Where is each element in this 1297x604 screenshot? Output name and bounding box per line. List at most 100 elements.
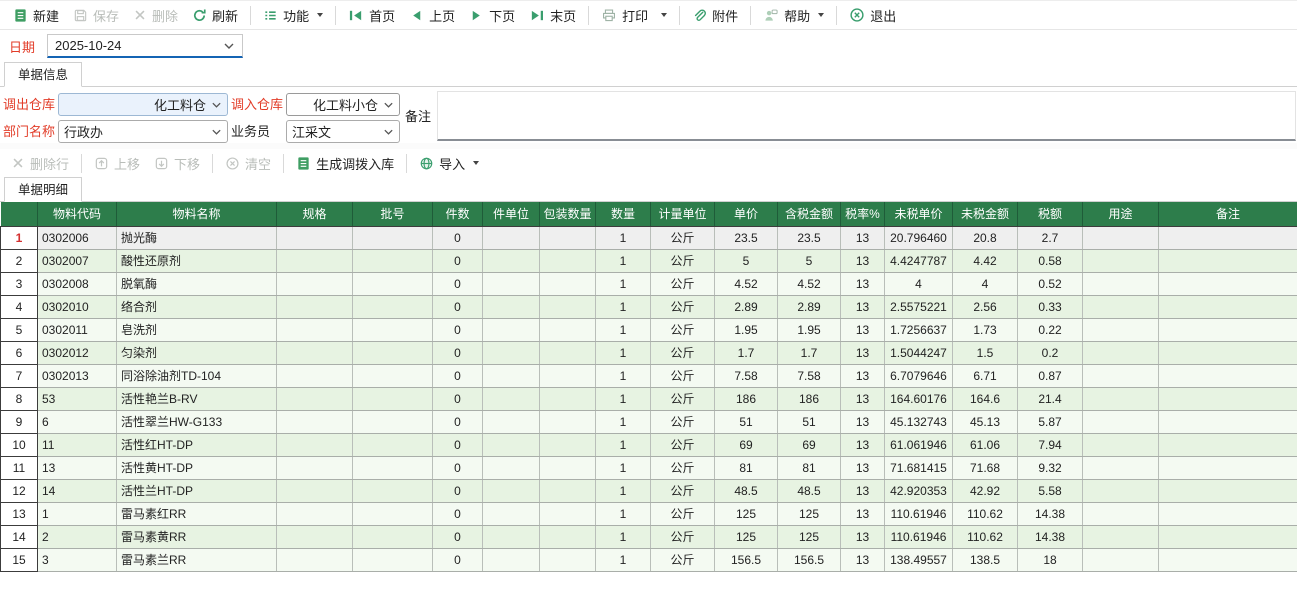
grid-cell[interactable]: 2.5575221 (885, 295, 953, 318)
grid-cell[interactable]: 13 (38, 456, 117, 479)
grid-cell[interactable]: 13 (841, 249, 885, 272)
grid-cell[interactable]: 20.796460 (885, 226, 953, 249)
grid-cell[interactable]: 公斤 (651, 410, 715, 433)
grid-cell[interactable]: 活性红HT-DP (117, 433, 277, 456)
grid-cell[interactable] (483, 548, 540, 571)
grid-cell[interactable]: 0 (433, 318, 483, 341)
grid-cell[interactable] (353, 548, 433, 571)
grid-cell[interactable]: 0 (433, 502, 483, 525)
grid-cell[interactable] (540, 249, 596, 272)
tab-document-info[interactable]: 单据信息 (4, 62, 82, 87)
grid-cell[interactable]: 110.61946 (885, 525, 953, 548)
grid-cell[interactable] (1083, 479, 1159, 502)
grid-cell[interactable] (277, 548, 353, 571)
grid-cell[interactable] (353, 226, 433, 249)
grid-cell[interactable]: 21.4 (1018, 387, 1083, 410)
row-number-cell[interactable]: 2 (1, 249, 38, 272)
grid-cell[interactable]: 13 (841, 410, 885, 433)
grid-cell[interactable]: 6.71 (953, 364, 1018, 387)
grid-cell[interactable] (1083, 433, 1159, 456)
grid-cell[interactable]: 110.62 (953, 525, 1018, 548)
grid-cell[interactable] (1159, 226, 1297, 249)
grid-cell[interactable] (1083, 272, 1159, 295)
grid-cell[interactable]: 0 (433, 249, 483, 272)
grid-cell[interactable] (1159, 433, 1297, 456)
first-page-button[interactable]: 首页 (341, 3, 402, 28)
grid-cell[interactable]: 156.5 (778, 548, 841, 571)
grid-cell[interactable]: 13 (841, 341, 885, 364)
grid-cell[interactable]: 同浴除油剂TD-104 (117, 364, 277, 387)
out-warehouse-select[interactable]: 化工料仓 (58, 93, 228, 116)
grid-cell[interactable]: 53 (38, 387, 117, 410)
grid-cell[interactable]: 6.7079646 (885, 364, 953, 387)
grid-cell[interactable] (1159, 272, 1297, 295)
grid-cell[interactable]: 2.89 (778, 295, 841, 318)
grid-cell[interactable] (540, 502, 596, 525)
grid-cell[interactable]: 1 (596, 525, 651, 548)
grid-cell[interactable]: 110.62 (953, 502, 1018, 525)
grid-cell[interactable]: 0.33 (1018, 295, 1083, 318)
grid-cell[interactable]: 0.87 (1018, 364, 1083, 387)
grid-cell[interactable] (353, 341, 433, 364)
grid-cell[interactable]: 186 (715, 387, 778, 410)
grid-cell[interactable]: 45.13 (953, 410, 1018, 433)
grid-cell[interactable] (1083, 249, 1159, 272)
attachment-button[interactable]: 附件 (685, 3, 745, 28)
grid-cell[interactable] (277, 525, 353, 548)
row-number-cell[interactable]: 12 (1, 479, 38, 502)
grid-cell[interactable]: 13 (841, 364, 885, 387)
last-page-button[interactable]: 末页 (522, 3, 583, 28)
grid-cell[interactable]: 138.5 (953, 548, 1018, 571)
row-number-cell[interactable]: 11 (1, 456, 38, 479)
grid-cell[interactable]: 61.061946 (885, 433, 953, 456)
grid-cell[interactable]: 1 (596, 410, 651, 433)
grid-cell[interactable]: 0.22 (1018, 318, 1083, 341)
grid-cell[interactable] (483, 364, 540, 387)
grid-cell[interactable] (1083, 364, 1159, 387)
grid-cell[interactable]: 0.58 (1018, 249, 1083, 272)
grid-cell[interactable] (540, 456, 596, 479)
grid-cell[interactable] (483, 456, 540, 479)
grid-cell[interactable] (353, 318, 433, 341)
grid-cell[interactable]: 0302010 (38, 295, 117, 318)
help-button[interactable]: 帮助 (756, 3, 831, 28)
grid-cell[interactable]: 4.4247787 (885, 249, 953, 272)
row-number-cell[interactable]: 15 (1, 548, 38, 571)
grid-cell[interactable] (1159, 456, 1297, 479)
grid-cell[interactable]: 164.60176 (885, 387, 953, 410)
grid-cell[interactable] (483, 272, 540, 295)
grid-cell[interactable]: 0 (433, 226, 483, 249)
grid-cell[interactable]: 1.95 (778, 318, 841, 341)
grid-cell[interactable] (540, 318, 596, 341)
grid-cell[interactable]: 13 (841, 387, 885, 410)
grid-cell[interactable]: 1 (38, 502, 117, 525)
grid-cell[interactable]: 125 (778, 525, 841, 548)
row-number-cell[interactable]: 1 (1, 226, 38, 249)
grid-cell[interactable]: 69 (778, 433, 841, 456)
refresh-button[interactable]: 刷新 (185, 3, 245, 28)
grid-cell[interactable] (1083, 456, 1159, 479)
grid-cell[interactable]: 0 (433, 364, 483, 387)
grid-cell[interactable] (1159, 525, 1297, 548)
grid-cell[interactable]: 2.7 (1018, 226, 1083, 249)
grid-cell[interactable]: 2.56 (953, 295, 1018, 318)
grid-cell[interactable] (353, 387, 433, 410)
grid-cell[interactable]: 0 (433, 410, 483, 433)
grid-cell[interactable]: 42.920353 (885, 479, 953, 502)
grid-cell[interactable]: 0.52 (1018, 272, 1083, 295)
grid-cell[interactable] (1159, 410, 1297, 433)
grid-cell[interactable]: 1 (596, 318, 651, 341)
grid-cell[interactable] (1083, 226, 1159, 249)
grid-cell[interactable] (277, 387, 353, 410)
grid-cell[interactable]: 13 (841, 318, 885, 341)
grid-cell[interactable]: 71.681415 (885, 456, 953, 479)
grid-cell[interactable]: 4.52 (778, 272, 841, 295)
prev-page-button[interactable]: 上页 (402, 3, 462, 28)
generate-transfer-button[interactable]: 生成调拨入库 (289, 151, 401, 176)
grid-cell[interactable] (277, 249, 353, 272)
grid-cell[interactable]: 4.52 (715, 272, 778, 295)
grid-cell[interactable]: 81 (778, 456, 841, 479)
grid-cell[interactable]: 11 (38, 433, 117, 456)
grid-cell[interactable]: 13 (841, 548, 885, 571)
next-page-button[interactable]: 下页 (462, 3, 522, 28)
